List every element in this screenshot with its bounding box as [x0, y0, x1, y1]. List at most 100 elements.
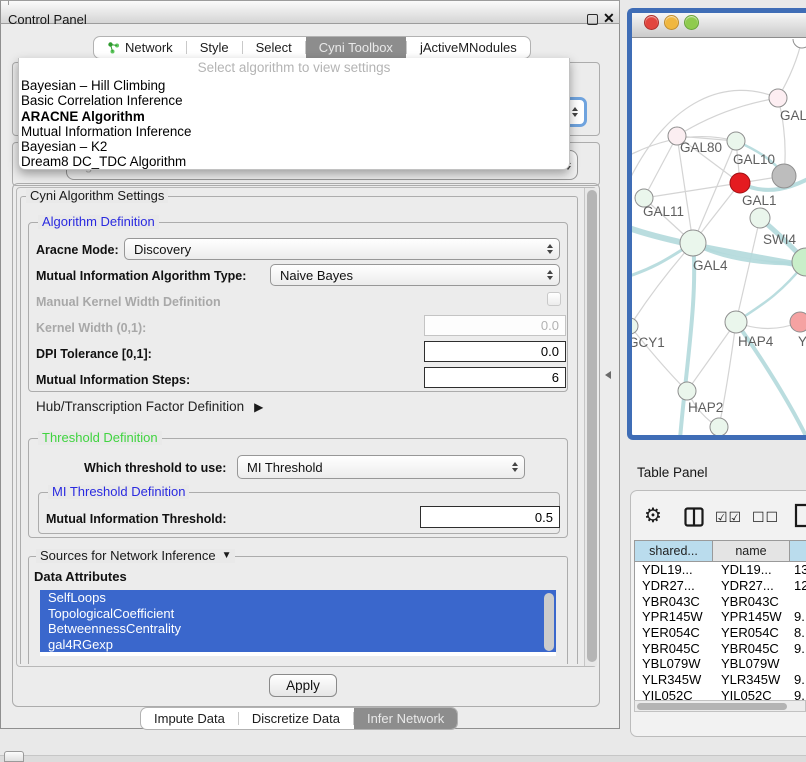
svg-text:GAL11: GAL11	[643, 204, 684, 219]
settings-scrollbar-thumb[interactable]	[587, 190, 597, 662]
settings-scrollbar[interactable]	[584, 188, 597, 666]
collapse-down-icon[interactable]: ▼	[222, 549, 232, 563]
algorithm-option-bayesian-k2[interactable]: Bayesian – K2	[19, 139, 569, 154]
combo-stepper-icon	[547, 244, 553, 254]
table-row[interactable]: YDR27...YDR27...12	[635, 578, 806, 594]
combo-stepper-icon	[547, 270, 553, 280]
tab-label: Network	[125, 40, 173, 55]
which-threshold-value: MI Threshold	[247, 460, 323, 475]
panel-splitter-arrow-icon[interactable]	[605, 371, 611, 379]
table-cell: YBR045C	[635, 641, 714, 656]
window-controls	[644, 15, 699, 30]
table-row[interactable]: YDL19...YDL19...13	[635, 562, 806, 578]
columns-icon[interactable]	[684, 507, 704, 527]
control-panel-title: Control Panel	[8, 12, 87, 27]
table-cell: YDR27...	[714, 578, 791, 593]
float-window-icon[interactable]	[587, 14, 598, 25]
cyni-settings-legend: Cyni Algorithm Settings	[26, 189, 168, 203]
table-horizontal-scrollbar[interactable]	[634, 700, 806, 712]
kernel-width-label: Kernel Width (0,1):	[36, 321, 146, 335]
table-row[interactable]: YLR345WYLR345W9.	[635, 672, 806, 688]
attribute-item-betweennesscentrality[interactable]: BetweennessCentrality	[40, 621, 556, 637]
mi-threshold-field[interactable]: 0.5	[420, 506, 560, 528]
tab-select[interactable]: Select	[243, 37, 305, 58]
sources-legend[interactable]: Sources for Network Inference ▼	[36, 549, 235, 563]
expand-right-icon[interactable]: ▶	[254, 400, 263, 414]
column-header-2[interactable]	[790, 540, 806, 562]
apply-button[interactable]: Apply	[269, 674, 337, 697]
table-row[interactable]: YBL079WYBL079W	[635, 656, 806, 672]
table-cell: 13	[791, 562, 806, 577]
window-edge-tick	[8, 0, 9, 5]
attributes-list-scrollbar-thumb[interactable]	[544, 593, 554, 651]
control-panel-bottom-tabbar: Impute Data Discretize Data Infer Network	[140, 707, 458, 730]
attribute-item-selfloops[interactable]: SelfLoops	[40, 590, 556, 606]
algorithm-option-basic-correlation-inference[interactable]: Basic Correlation Inference	[19, 93, 569, 108]
tab-jactivemnodules[interactable]: jActiveMNodules	[407, 37, 530, 58]
close-icon[interactable]: ✕	[603, 10, 615, 27]
mi-threshold-legend: MI Threshold Definition	[48, 485, 189, 499]
table-row[interactable]: YBR043CYBR043C	[635, 593, 806, 609]
tab-cyni-toolbox[interactable]: Cyni Toolbox	[306, 37, 406, 58]
network-graph-canvas[interactable]: GALGAL80GAL10GAL1GAL11SWI4GAL4GCY1HAP4YH…	[632, 39, 806, 435]
svg-text:GAL80: GAL80	[680, 140, 722, 155]
zoom-traffic-light-icon[interactable]	[684, 15, 699, 30]
document-icon[interactable]	[794, 503, 806, 528]
dpi-tolerance-field[interactable]: 0.0	[424, 341, 566, 362]
svg-text:GCY1: GCY1	[632, 335, 665, 350]
mi-algorithm-type-combobox[interactable]: Naive Bayes	[270, 264, 560, 286]
combo-stepper-icon	[512, 462, 518, 472]
which-threshold-combobox[interactable]: MI Threshold	[237, 455, 525, 479]
network-icon	[107, 41, 120, 54]
algorithm-option-dream8-dc-tdc-algorithm[interactable]: Dream8 DC_TDC Algorithm	[19, 154, 569, 169]
table-row[interactable]: YIL052CYIL052C9.	[635, 688, 806, 701]
tab-network[interactable]: Network	[94, 37, 186, 58]
control-panel-titlebar[interactable]	[0, 0, 620, 24]
algorithm-option-bayesian-hill-climbing[interactable]: Bayesian – Hill Climbing	[19, 78, 569, 93]
kernel-width-field[interactable]: 0.0	[424, 315, 566, 336]
table-cell: 12	[791, 578, 806, 593]
manual-kernel-checkbox[interactable]	[547, 292, 561, 306]
table-cell: YDR27...	[635, 578, 714, 593]
mi-steps-label: Mutual Information Steps:	[36, 373, 190, 387]
data-attributes-list[interactable]: SelfLoopsTopologicalCoefficientBetweenne…	[40, 590, 556, 656]
algorithm-option-aracne-algorithm[interactable]: ARACNE Algorithm	[19, 109, 569, 124]
tab-impute-data[interactable]: Impute Data	[141, 708, 238, 729]
table-row[interactable]: YBR045CYBR045C9.	[635, 640, 806, 656]
gear-icon[interactable]: ⚙	[644, 503, 662, 528]
table-cell: YDL19...	[635, 562, 714, 577]
mi-threshold-label: Mutual Information Threshold:	[46, 512, 227, 526]
mi-algorithm-type-value: Naive Bayes	[280, 268, 353, 283]
table-scrollbar-thumb[interactable]	[637, 703, 787, 710]
table-cell: YLR345W	[635, 672, 714, 687]
tab-label: Discretize Data	[252, 711, 340, 726]
table-header-row: shared...name	[634, 540, 806, 562]
close-traffic-light-icon[interactable]	[644, 15, 659, 30]
column-header-shared[interactable]: shared...	[634, 540, 713, 562]
attribute-item-topologicalcoefficient[interactable]: TopologicalCoefficient	[40, 606, 556, 622]
mi-algorithm-type-label: Mutual Information Algorithm Type:	[36, 269, 246, 283]
deselect-all-checkboxes-icon[interactable]: ☐☐	[752, 509, 779, 526]
table-cell: 9.	[791, 641, 806, 656]
minimize-traffic-light-icon[interactable]	[664, 15, 679, 30]
restore-panel-icon[interactable]	[4, 751, 24, 762]
table-cell: YIL052C	[635, 688, 714, 700]
select-all-checkboxes-icon[interactable]: ☑☑	[715, 509, 742, 526]
attribute-item-gal4rgexp[interactable]: gal4RGexp	[40, 637, 556, 653]
bottom-status-strip	[0, 755, 806, 762]
table-cell: YBR045C	[714, 641, 791, 656]
table-row[interactable]: YER054CYER054C8.	[635, 625, 806, 641]
column-header-name[interactable]: name	[713, 540, 790, 562]
tab-label: Cyni Toolbox	[319, 40, 393, 55]
tab-style[interactable]: Style	[187, 37, 242, 58]
svg-text:HAP4: HAP4	[738, 334, 774, 349]
dpi-tolerance-label: DPI Tolerance [0,1]:	[36, 347, 152, 361]
control-panel-tabbar: Network StyleSelect Cyni Toolbox jActiveMNo…	[93, 36, 531, 59]
algorithm-option-mutual-information-inference[interactable]: Mutual Information Inference	[19, 124, 569, 139]
aracne-mode-combobox[interactable]: Discovery	[124, 238, 560, 260]
hub-definition-section[interactable]: Hub/Transcription Factor Definition ▶	[36, 399, 263, 414]
mi-steps-field[interactable]: 6	[424, 367, 566, 388]
tab-infer-network[interactable]: Infer Network	[354, 708, 457, 729]
table-row[interactable]: YPR145WYPR145W9.	[635, 609, 806, 625]
tab-discretize-data[interactable]: Discretize Data	[239, 708, 353, 729]
